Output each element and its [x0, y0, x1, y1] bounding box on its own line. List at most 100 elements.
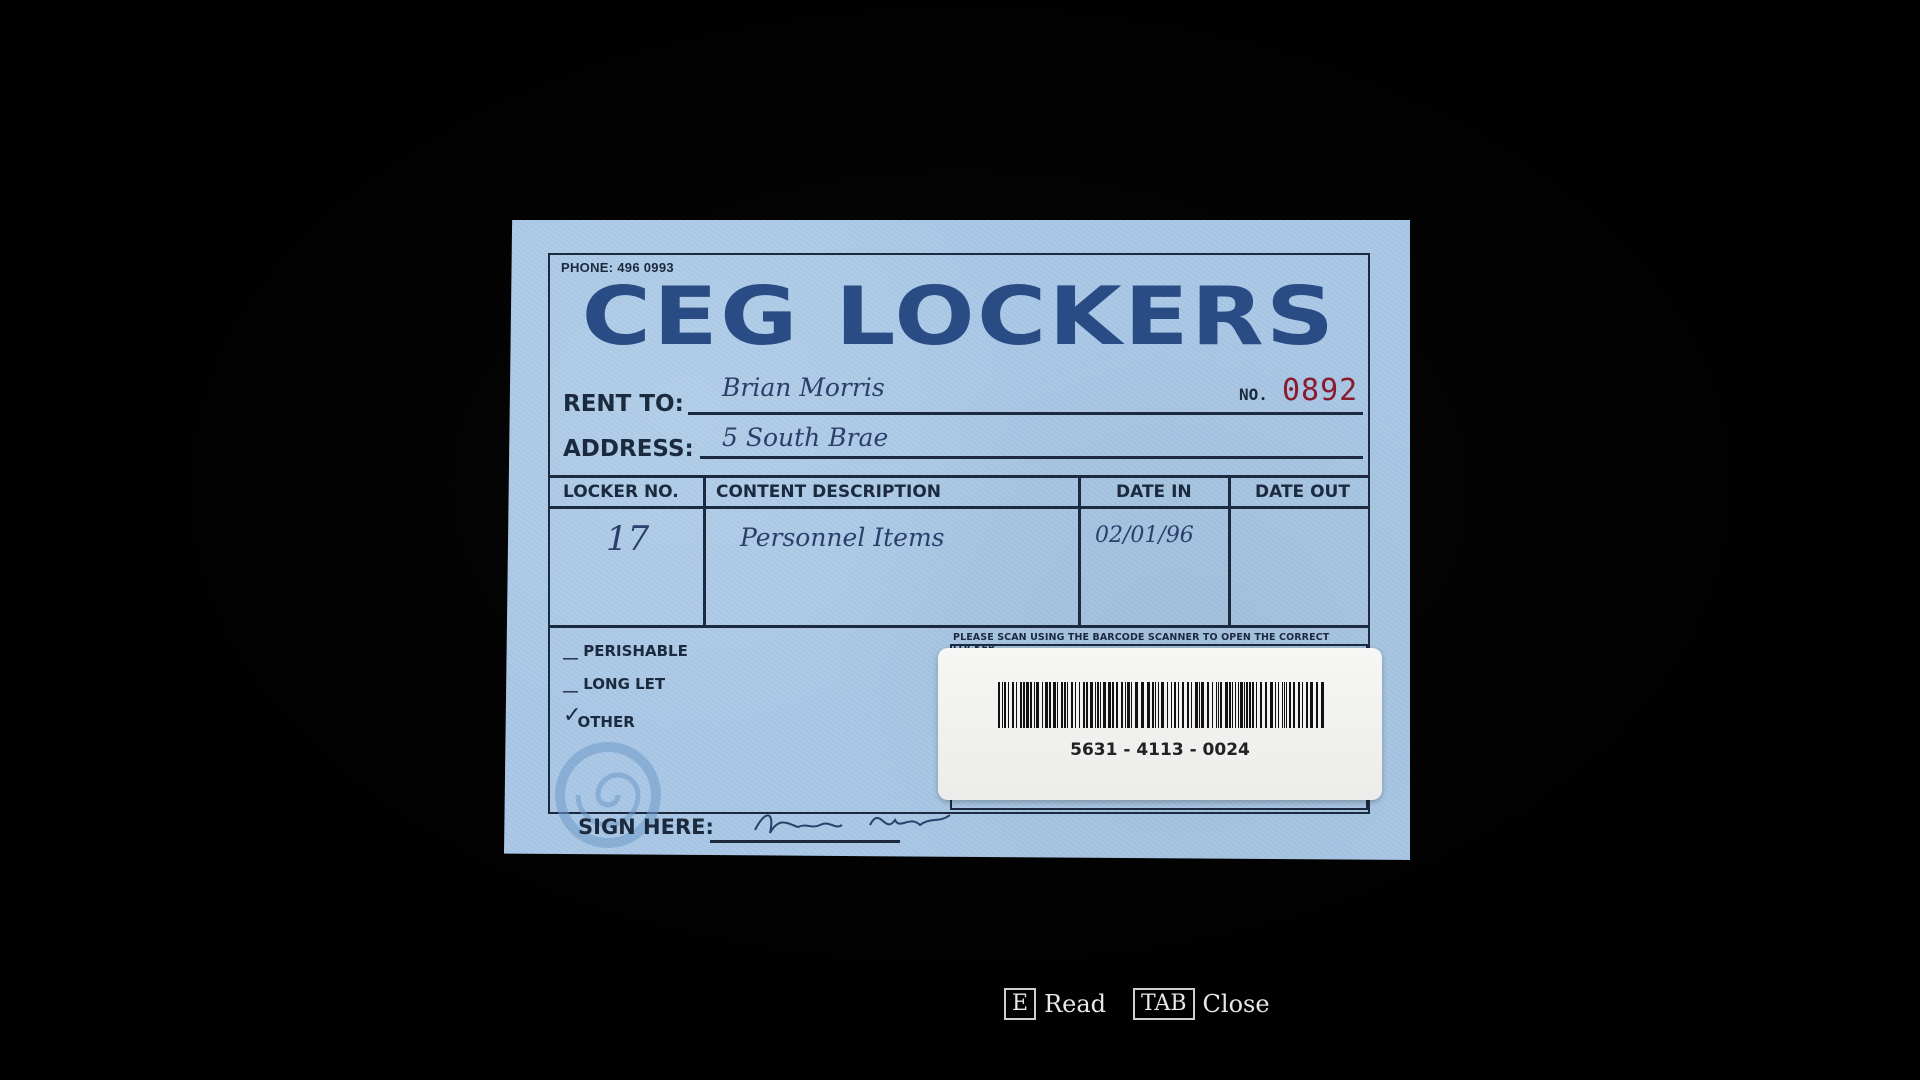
checkbox-other: ✓OTHER — [563, 703, 635, 731]
table-header-border — [550, 506, 1368, 509]
barcode-bar — [1293, 682, 1295, 728]
barcode-bar — [1246, 682, 1248, 728]
barcode-bar — [1244, 682, 1245, 728]
barcode-bar — [1167, 682, 1168, 728]
date-in-value: 02/01/96 — [1095, 523, 1194, 548]
locker-number-value: 17 — [606, 519, 650, 559]
barcode-bar — [1321, 682, 1324, 728]
barcode-bar — [1135, 682, 1138, 728]
barcode-bar — [1008, 682, 1009, 728]
barcode-bar — [1298, 682, 1300, 728]
barcode-bar — [1112, 682, 1114, 728]
barcode-bar — [1103, 682, 1106, 728]
barcode-bar — [1036, 682, 1039, 728]
barcode-bar — [1155, 682, 1156, 728]
barcode-bar — [1191, 682, 1192, 728]
barcode-bar — [1152, 682, 1154, 728]
hud-close-prompt[interactable]: TAB Close — [1133, 988, 1270, 1020]
locker-rental-card: PHONE: 496 0993 CEG LOCKERS RENT TO: Bri… — [504, 220, 1410, 860]
barcode-bar — [1229, 682, 1231, 728]
barcode-bar — [1026, 682, 1029, 728]
barcode-bar — [1265, 682, 1267, 728]
barcode-bar — [1090, 682, 1093, 728]
address-label: ADDRESS: — [563, 436, 694, 462]
barcode-bar — [1057, 682, 1058, 728]
barcode-bar — [1235, 682, 1236, 728]
close-label: Close — [1202, 990, 1270, 1018]
barcode-bar — [1030, 682, 1032, 728]
table-divider — [1078, 475, 1081, 627]
barcode-bar — [1302, 682, 1303, 728]
barcode-bar — [1201, 682, 1204, 728]
barcode-bar — [1141, 682, 1144, 728]
barcode-bar — [1071, 682, 1073, 728]
barcode-number: 5631 - 4113 - 0024 — [1070, 740, 1250, 760]
table-divider — [1228, 475, 1231, 627]
barcode-bar — [1260, 682, 1262, 728]
barcode-bar — [1249, 682, 1251, 728]
barcode-bar — [1116, 682, 1118, 728]
barcode-bar — [1158, 682, 1159, 728]
barcode-bar — [1207, 682, 1209, 728]
table-divider — [703, 475, 706, 627]
barcode-bar — [1067, 682, 1068, 728]
barcode-bar — [1097, 682, 1099, 728]
barcode-bar — [1108, 682, 1111, 728]
barcode-bar — [1100, 682, 1101, 728]
barcode-bar — [1316, 682, 1318, 728]
header-date-in: DATE IN — [1116, 482, 1192, 502]
header-content-description: CONTENT DESCRIPTION — [716, 482, 942, 502]
barcode-bar — [1079, 682, 1080, 728]
barcode-bar — [1064, 682, 1066, 728]
header-locker-no: LOCKER NO. — [563, 482, 679, 502]
barcode-bar — [1306, 682, 1308, 728]
barcode-bar — [1199, 682, 1200, 728]
barcode-bar — [1020, 682, 1022, 728]
barcode-bar — [1002, 682, 1003, 728]
barcode-bar — [1049, 682, 1051, 728]
barcode-bar — [1147, 682, 1150, 728]
barcode-bar — [1182, 682, 1184, 728]
checkbox-long-let: __ LONG LET — [563, 675, 666, 693]
barcode-bar — [1275, 682, 1276, 728]
table-top-border — [550, 475, 1368, 478]
checkbox-perishable: __ PERISHABLE — [563, 642, 688, 660]
barcode-bar — [1212, 682, 1213, 728]
barcode-bar — [1061, 682, 1063, 728]
barcode-bar — [1225, 682, 1228, 728]
barcode-bar — [1286, 682, 1287, 728]
address-value: 5 South Brae — [722, 423, 889, 452]
barcode-bar — [1238, 682, 1239, 728]
card-number: 0892 — [1282, 373, 1359, 408]
barcode-sticker: 5631 - 4113 - 0024 — [938, 648, 1382, 800]
barcode-bar — [1016, 682, 1017, 728]
barcode-bar — [1187, 682, 1189, 728]
barcode-bar — [1216, 682, 1217, 728]
barcode-bar — [1045, 682, 1048, 728]
barcode-bar — [1240, 682, 1243, 728]
table-bottom-border — [550, 625, 1368, 628]
barcode-bar — [998, 682, 1000, 728]
sign-here-label: SIGN HERE: — [578, 815, 714, 839]
barcode-bar — [1252, 682, 1254, 728]
barcode-bar — [1125, 682, 1126, 728]
brand-logo: CEG LOCKERS — [581, 270, 1337, 363]
hud-read-prompt[interactable]: E Read — [1004, 988, 1106, 1020]
barcode-bar — [1195, 682, 1198, 728]
rent-to-value: Brian Morris — [722, 373, 885, 402]
key-tab-icon: TAB — [1133, 988, 1195, 1020]
barcode-icon — [998, 682, 1324, 728]
address-line — [700, 456, 1363, 459]
barcode-bar — [1178, 682, 1179, 728]
barcode-bar — [1034, 682, 1035, 728]
barcode-bar — [1131, 682, 1132, 728]
barcode-bar — [1232, 682, 1233, 728]
barcode-bar — [1023, 682, 1025, 728]
barcode-bar — [1218, 682, 1219, 728]
barcode-bar — [1310, 682, 1313, 728]
barcode-bar — [1161, 682, 1164, 728]
barcode-bar — [1075, 682, 1076, 728]
barcode-bar — [1127, 682, 1130, 728]
barcode-bar — [1278, 682, 1279, 728]
checkmark-icon: ✓ — [563, 703, 582, 728]
